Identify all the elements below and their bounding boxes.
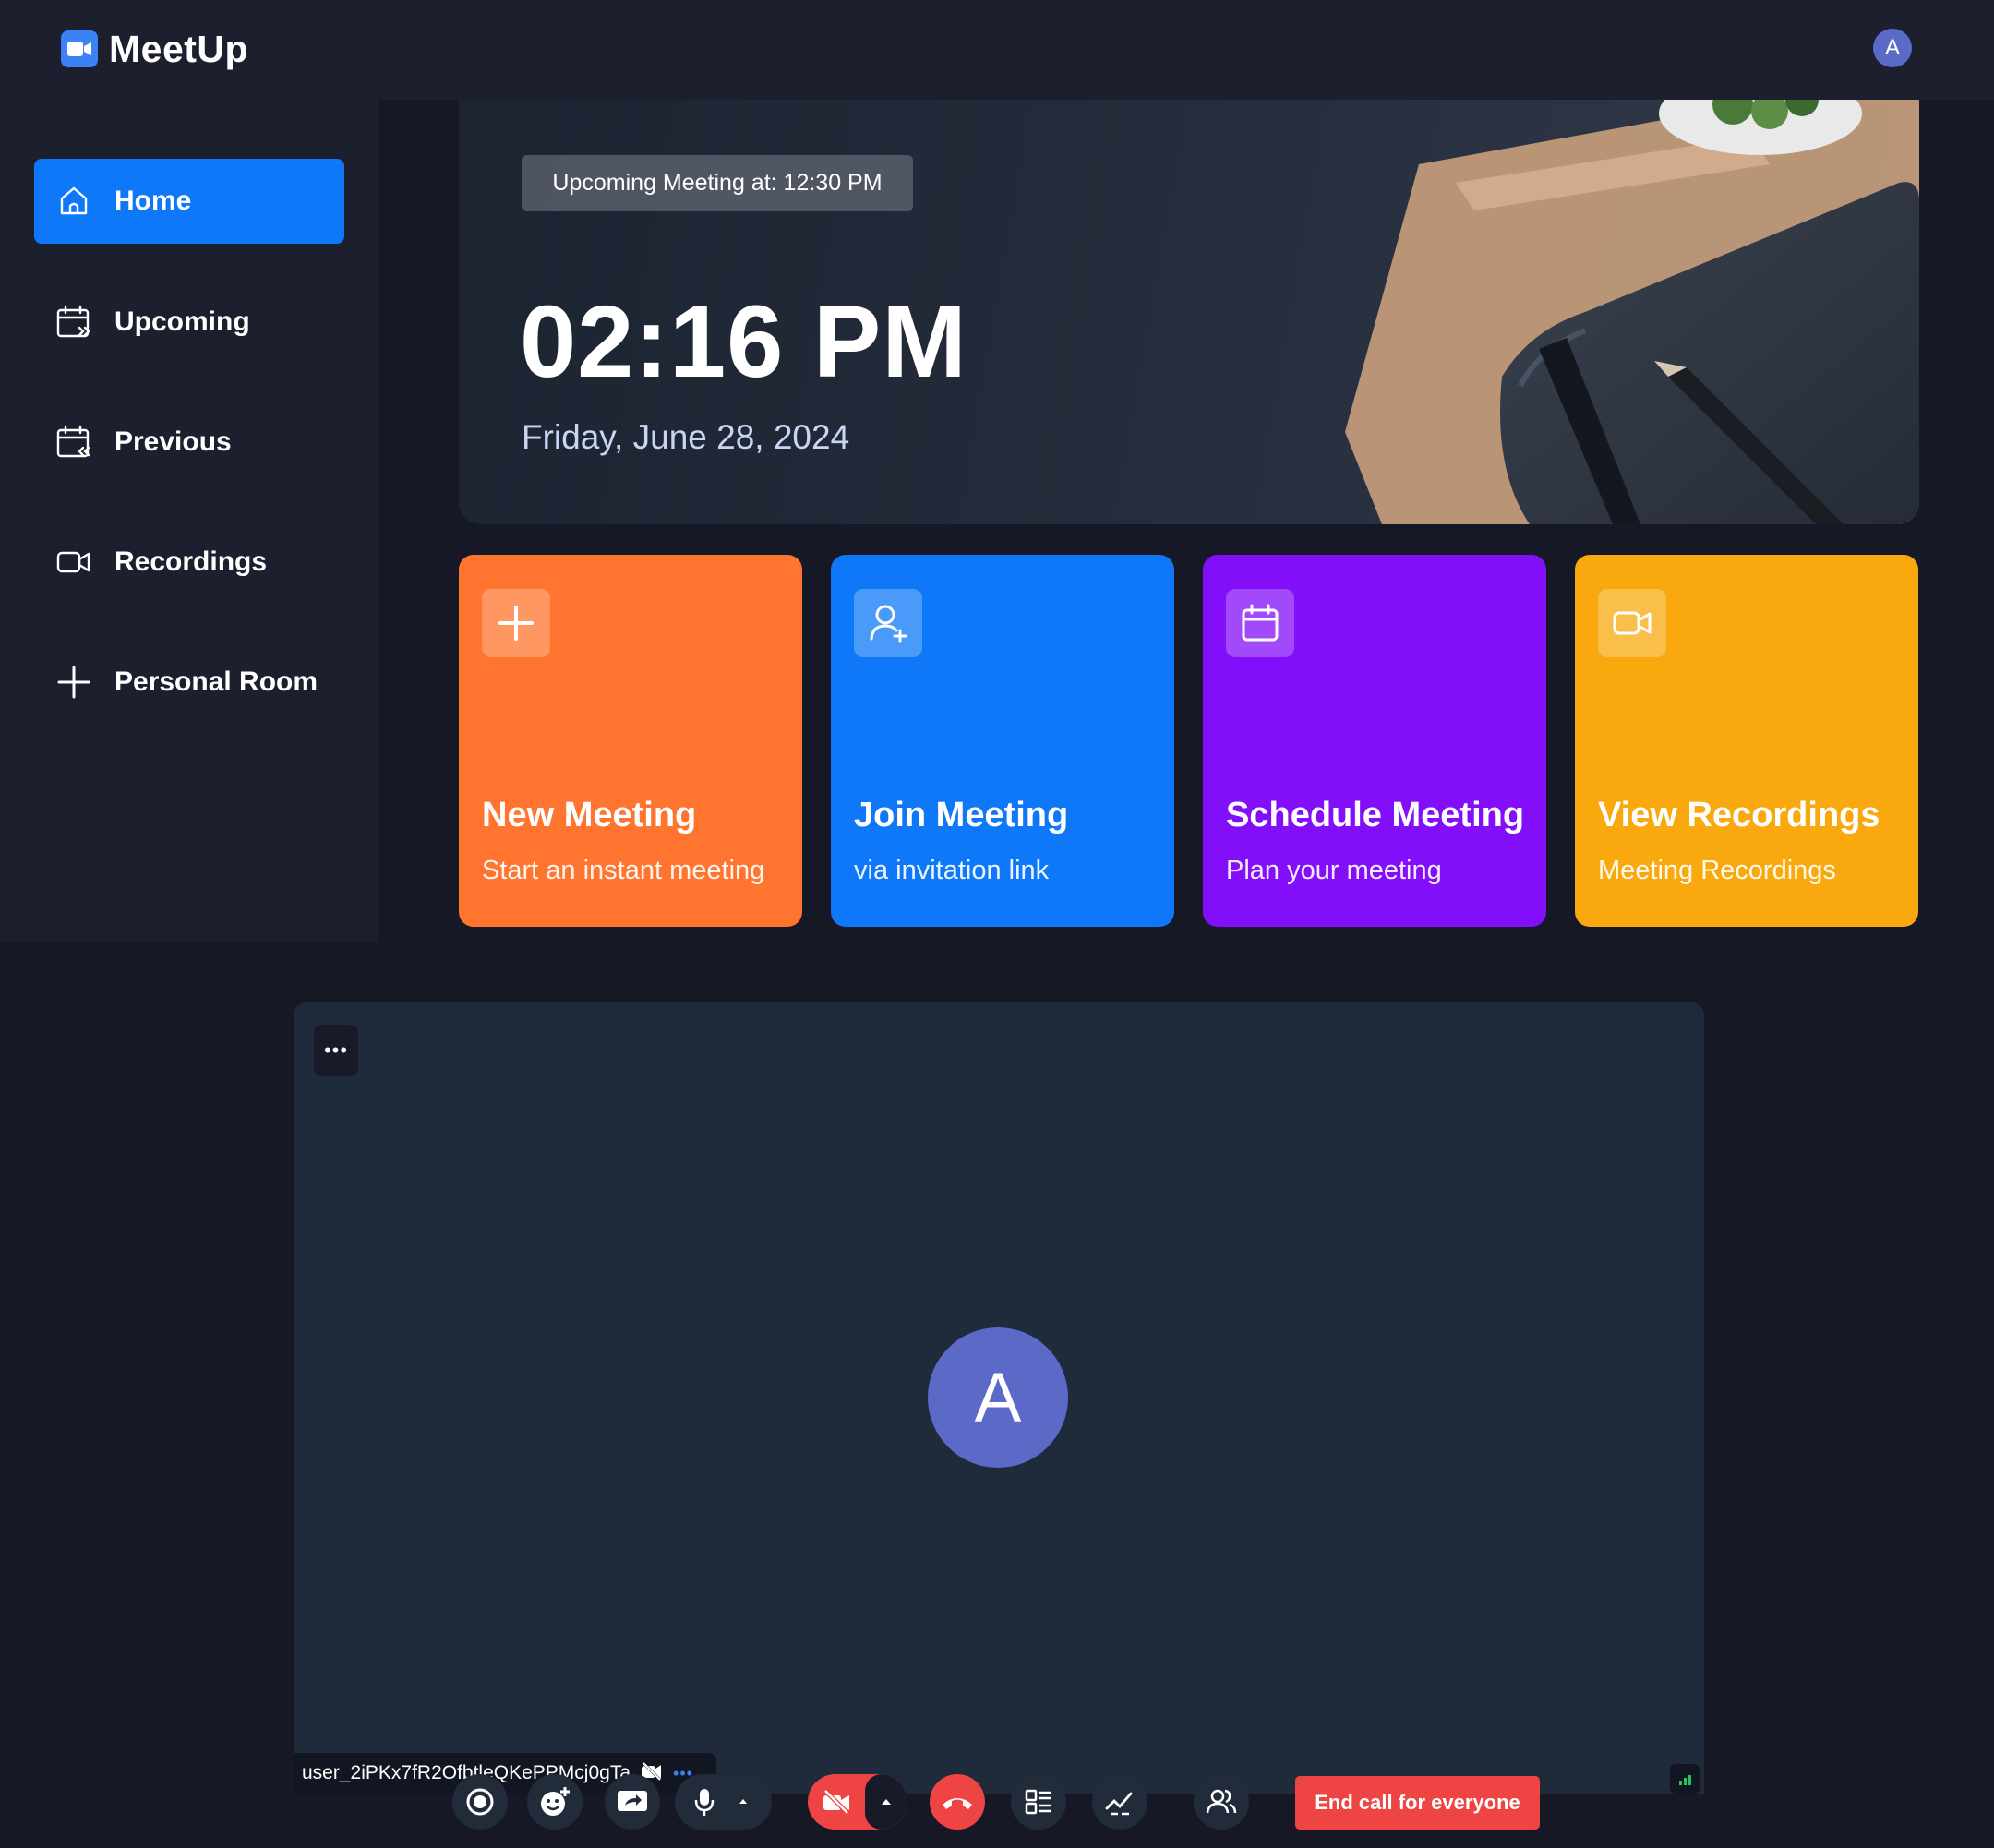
upcoming-meeting-chip: Upcoming Meeting at: 12:30 PM [522,155,913,211]
phone-hangup-icon [943,1798,972,1809]
record-icon [466,1788,494,1816]
more-options-button[interactable]: ••• [314,1025,358,1076]
sidebar-item-personal-room[interactable]: Personal Room [34,640,344,725]
calendar-previous-icon [55,424,92,461]
logo-video-icon [61,30,98,67]
user-add-icon [854,589,922,657]
sidebar: Home Upcoming Previous Recordings Person… [0,100,378,942]
sidebar-item-label: Upcoming [114,306,250,337]
hero-banner: Upcoming Meeting at: 12:30 PM 02:16 PM F… [459,100,1919,524]
card-subtitle: Start an instant meeting [482,856,765,885]
schedule-meeting-card[interactable]: Schedule Meeting Plan your meeting [1203,555,1546,927]
user-avatar[interactable]: A [1873,29,1912,67]
camera-toggle-group [808,1774,907,1830]
card-subtitle: via invitation link [854,856,1050,885]
layout-button[interactable] [1011,1774,1066,1830]
screen-share-button[interactable] [605,1774,660,1830]
sidebar-item-upcoming[interactable]: Upcoming [34,280,344,365]
card-title: Join Meeting [854,795,1069,834]
call-panel: ••• A user_2iPKx7fR2OfbtleQKePPMcj0gTa •… [294,1002,1704,1794]
network-signal-icon [1670,1764,1700,1794]
sidebar-item-label: Previous [114,426,232,457]
video-icon [55,544,92,581]
microphone-button[interactable] [675,1774,772,1830]
sidebar-item-label: Recordings [114,546,268,577]
card-title: Schedule Meeting [1226,795,1525,834]
participant-avatar: A [928,1327,1068,1468]
sidebar-item-label: Home [114,186,192,216]
calendar-icon [1226,589,1294,657]
card-subtitle: Meeting Recordings [1598,856,1836,885]
record-button[interactable] [452,1774,508,1830]
sidebar-item-recordings[interactable]: Recordings [34,520,344,605]
end-call-for-everyone-button[interactable]: End call for everyone [1295,1776,1540,1830]
top-bar: MeetUp A [0,0,1994,100]
camera-off-icon [823,1789,849,1815]
reaction-button[interactable] [527,1774,583,1830]
home-icon [55,183,92,220]
participants-button[interactable] [1194,1774,1249,1830]
screen-share-icon [618,1791,647,1811]
plus-icon [482,589,550,657]
card-subtitle: Plan your meeting [1226,856,1442,885]
card-title: New Meeting [482,795,697,834]
camera-options-button[interactable] [865,1774,907,1830]
brand-logo[interactable]: MeetUp [61,28,248,70]
app-name: MeetUp [109,27,249,70]
leave-call-button[interactable] [930,1774,985,1830]
plus-icon [55,664,92,701]
join-meeting-card[interactable]: Join Meeting via invitation link [831,555,1174,927]
calendar-upcoming-icon [55,304,92,341]
sidebar-item-label: Personal Room [114,666,318,697]
current-time: 02:16 PM [520,285,967,399]
sidebar-item-home[interactable]: Home [34,159,344,244]
camera-toggle-button[interactable] [808,1774,865,1830]
users-icon [1206,1789,1237,1814]
new-meeting-card[interactable]: New Meeting Start an instant meeting [459,555,802,927]
chevron-up-icon [882,1799,891,1805]
layout-grid-icon [1025,1789,1051,1815]
emoji-add-icon [541,1787,570,1816]
call-stats-button[interactable] [1092,1774,1147,1830]
microphone-icon [694,1789,747,1816]
card-title: View Recordings [1598,795,1880,834]
current-date: Friday, June 28, 2024 [522,418,850,456]
view-recordings-card[interactable]: View Recordings Meeting Recordings [1575,555,1918,927]
video-icon [1598,589,1666,657]
sidebar-item-previous[interactable]: Previous [34,400,344,485]
stats-icon [1105,1792,1133,1816]
